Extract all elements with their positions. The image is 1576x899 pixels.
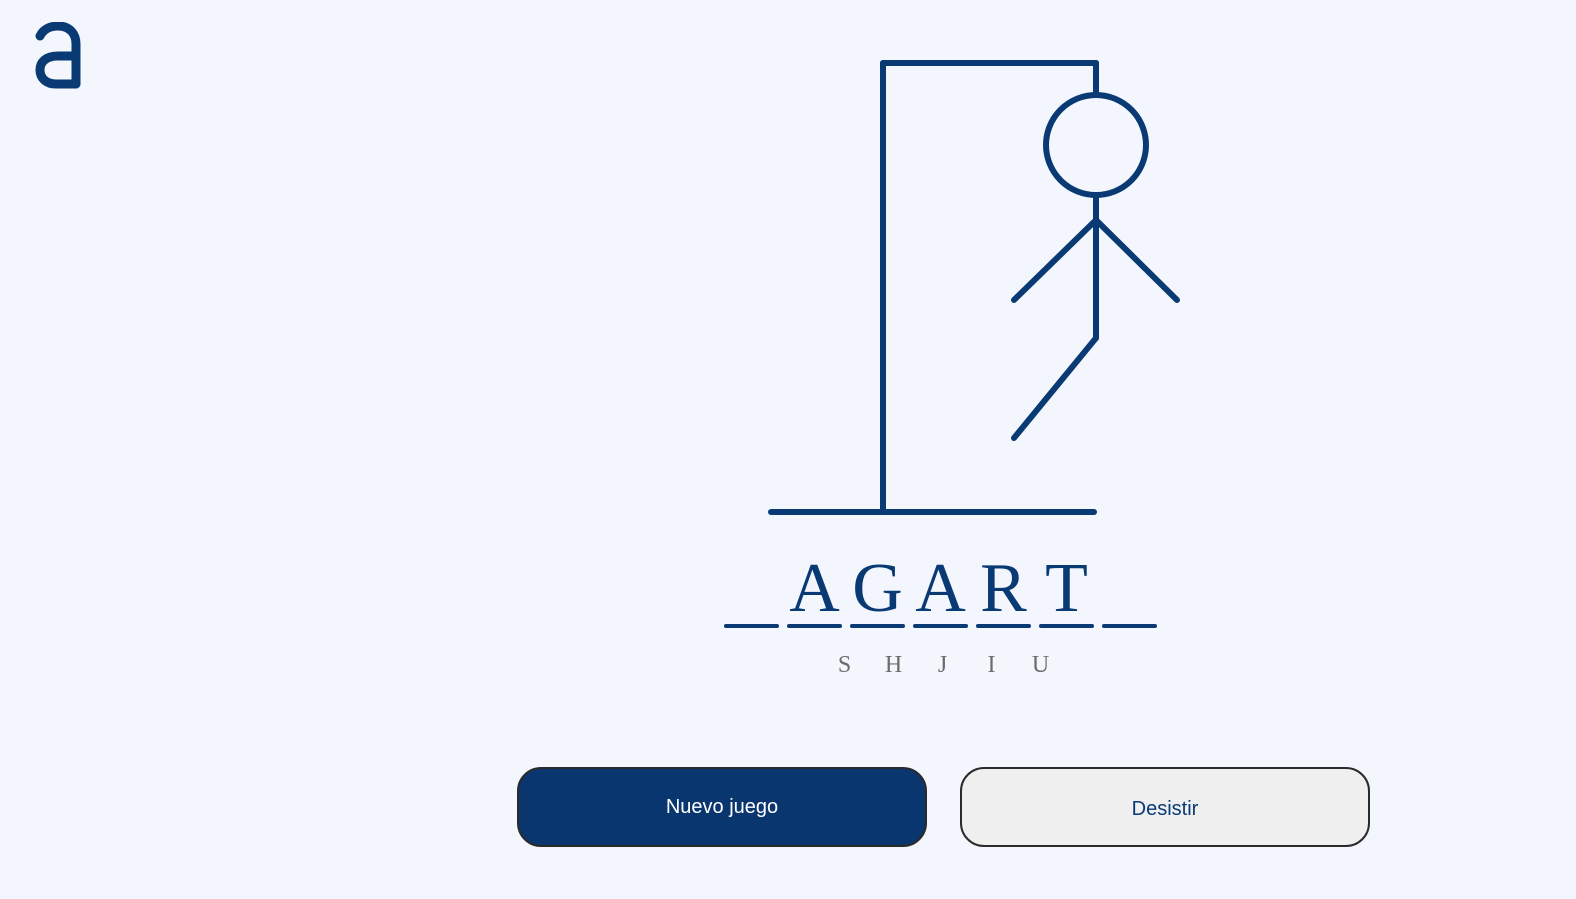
slot-underline: [1039, 624, 1094, 628]
letter-slot: T: [1039, 548, 1094, 628]
hangman-right-arm: [1093, 217, 1180, 303]
word-slots: A G A R T: [724, 548, 1157, 628]
hangman-head: [1043, 92, 1149, 198]
new-game-button[interactable]: Nuevo juego: [517, 767, 927, 847]
wrong-letter: S: [837, 652, 852, 678]
letter-slot: G: [850, 548, 905, 628]
slot-underline: [850, 624, 905, 628]
wrong-letter: J: [937, 652, 948, 678]
give-up-button[interactable]: Desistir: [960, 767, 1370, 847]
slot-underline: [724, 624, 779, 628]
letter-slot: R: [976, 548, 1031, 628]
slot-underline: [1102, 624, 1157, 628]
wrong-letter: H: [884, 652, 903, 678]
slot-letter: G: [852, 550, 903, 627]
letter-slot: A: [913, 548, 968, 628]
slot-underline: [976, 624, 1031, 628]
slot-underline: [913, 624, 968, 628]
letter-slot: A: [787, 548, 842, 628]
wrong-letters: S H J I U: [820, 652, 1065, 679]
wrong-letter: I: [987, 652, 996, 678]
wrong-letter: U: [1031, 652, 1050, 678]
letter-slot: [724, 548, 779, 628]
slot-letter: T: [1045, 550, 1088, 627]
slot-underline: [787, 624, 842, 628]
letter-slot: [1102, 548, 1157, 628]
hangman-drawing: [768, 60, 1180, 515]
slot-letter: A: [789, 550, 840, 627]
hangman-left-leg: [1011, 335, 1099, 441]
slot-letter: R: [980, 550, 1027, 627]
slot-letter: A: [915, 550, 966, 627]
hangman-left-arm: [1011, 217, 1099, 303]
